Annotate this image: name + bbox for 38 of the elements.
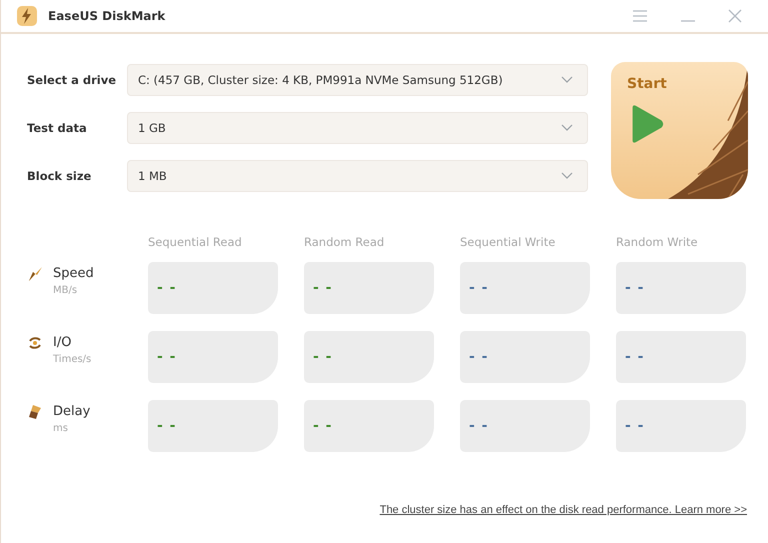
metric-name: Delay — [53, 404, 90, 419]
close-icon[interactable] — [728, 9, 742, 23]
result-value: - - — [157, 349, 176, 365]
chevron-down-icon — [561, 76, 573, 84]
result-value: - - — [313, 349, 332, 365]
window-title: EaseUS DiskMark — [48, 9, 166, 23]
setting-label: Test data — [27, 121, 88, 135]
result-value: - - — [625, 280, 644, 296]
result-value: - - — [469, 280, 488, 296]
setting-label: Select a drive — [27, 73, 118, 87]
result-value: - - — [469, 418, 488, 434]
menu-icon[interactable] — [632, 9, 648, 23]
column-header: Random Write — [616, 235, 699, 249]
result-value: - - — [625, 418, 644, 434]
metric-name: Speed — [53, 266, 94, 281]
learn-more-link[interactable]: The cluster size has an effect on the disk read performance. Learn more >> — [380, 504, 747, 516]
result-value: - - — [157, 418, 176, 434]
column-header: Sequential Write — [460, 235, 556, 249]
refresh-icon — [27, 335, 43, 351]
result-value: - - — [469, 349, 488, 365]
dropdown[interactable]: 1 MB — [127, 160, 588, 192]
dropdown[interactable]: 1 GB — [127, 112, 588, 144]
app-logo-icon — [16, 5, 38, 27]
chevron-down-icon — [561, 172, 573, 180]
result-value: - - — [157, 280, 176, 296]
metric-name: I/O — [53, 335, 72, 350]
result-value: - - — [313, 418, 332, 434]
result-value: - - — [625, 349, 644, 365]
metric-unit: MB/s — [53, 285, 78, 296]
column-header: Sequential Read — [148, 235, 243, 249]
lightning-icon — [27, 266, 43, 282]
setting-label: Block size — [27, 169, 92, 183]
result-value: - - — [313, 280, 332, 296]
metric-unit: Times/s — [53, 354, 92, 365]
column-header: Random Read — [304, 235, 386, 249]
chevron-down-icon — [561, 124, 573, 132]
metric-unit: ms — [53, 423, 69, 434]
dropdown[interactable]: C: (457 GB, Cluster size: 4 KB, PM991a NVMe Samsung 512GB) — [127, 64, 588, 96]
